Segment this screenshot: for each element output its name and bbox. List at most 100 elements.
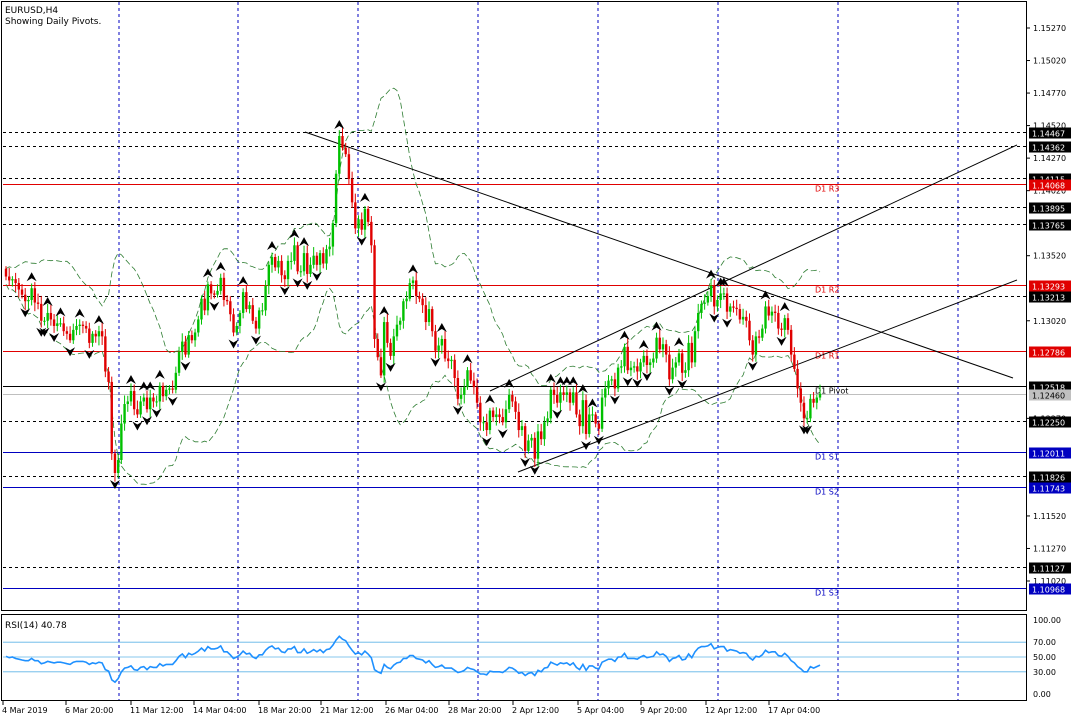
candle-body (331, 223, 335, 247)
candle-body (757, 336, 761, 338)
level-price-text: 1.14467 (1032, 130, 1065, 139)
level-price-text: 1.10968 (1032, 586, 1065, 595)
level-price-text: 1.14362 (1032, 144, 1065, 153)
candle-body (190, 335, 194, 341)
candle-body (81, 324, 85, 326)
candle-body (434, 331, 437, 351)
candle-body (65, 331, 69, 334)
rsi-tick-label: 0.00 (1033, 690, 1051, 699)
candle-body (33, 288, 37, 303)
level-name-label: D1 S1 (815, 453, 839, 462)
candle-body (129, 391, 133, 402)
candle-body (322, 253, 325, 264)
candle-body (507, 394, 511, 410)
candle-body (594, 414, 597, 424)
candle-body (78, 324, 81, 326)
candle-body (572, 392, 575, 403)
candle-body (88, 328, 91, 343)
candle-body (805, 418, 809, 420)
candle-body (360, 219, 363, 230)
candle-body (616, 367, 620, 389)
candle-body (20, 289, 24, 295)
level-price-text: 1.12250 (1032, 419, 1065, 428)
candle-body (613, 379, 617, 389)
candle-body (517, 411, 520, 431)
candle-body (799, 388, 802, 403)
time-tick-label: 26 Mar 04:00 (385, 706, 438, 715)
candle-body (536, 431, 540, 459)
candle-body (709, 285, 713, 297)
candle-body (235, 325, 238, 333)
candle-body (703, 302, 706, 304)
price-tick-label: 1.11270 (1033, 544, 1066, 553)
level-price-text: 1.13213 (1032, 294, 1065, 303)
time-tick-label: 11 Mar 12:00 (130, 706, 183, 715)
candle-body (793, 354, 796, 369)
pivot-subtitle: Showing Daily Pivots. (5, 17, 101, 27)
candle-body (491, 410, 495, 418)
candle-body (687, 342, 690, 371)
candle-body (745, 316, 748, 321)
candle-body (398, 320, 402, 325)
candle-body (171, 388, 174, 390)
candle-body (456, 378, 460, 399)
candle-body (539, 431, 543, 440)
candle-body (30, 288, 33, 300)
candle-body (354, 202, 357, 229)
candle-body (658, 337, 661, 350)
candle-body (773, 311, 777, 313)
candle-body (546, 418, 549, 423)
level-price-text: 1.13765 (1032, 222, 1065, 231)
candle-body (325, 249, 328, 264)
candle-body (697, 312, 700, 332)
time-tick-label: 18 Mar 20:00 (258, 706, 311, 715)
candle-body (427, 309, 431, 323)
price-tick-label: 1.14770 (1033, 89, 1066, 98)
candle-body (652, 358, 655, 363)
time-tick-label: 9 Apr 20:00 (640, 706, 687, 715)
candle-body (421, 298, 424, 306)
candle-body (475, 387, 479, 403)
candle-body (527, 440, 530, 451)
candle-body (238, 312, 242, 326)
candle-body (466, 370, 469, 388)
candle-body (270, 257, 274, 265)
candle-body (543, 422, 546, 440)
candle-body (344, 147, 347, 155)
candle-body (120, 423, 123, 460)
level-price-text: 1.14068 (1032, 182, 1065, 191)
candle-body (257, 310, 261, 329)
candle-body (36, 302, 40, 304)
time-tick-label: 5 Apr 04:00 (577, 706, 624, 715)
rsi-label: RSI(14) 40.78 (5, 621, 67, 631)
candle-body (764, 306, 767, 329)
candle-body (523, 426, 527, 451)
level-price-text: 1.11743 (1032, 485, 1065, 494)
candle-body (495, 414, 498, 418)
candle-body (588, 414, 591, 434)
candle-body (796, 368, 799, 389)
candle-body (671, 367, 674, 380)
candle-body (713, 285, 716, 307)
candle-body (283, 275, 287, 280)
candle-body (197, 319, 200, 333)
candle-body (501, 417, 504, 423)
level-price-text: 1.12786 (1032, 349, 1065, 358)
time-tick-label: 21 Mar 12:00 (320, 706, 373, 715)
candle-body (690, 342, 694, 363)
candle-body (591, 414, 594, 416)
candle-body (94, 333, 97, 337)
candle-body (629, 367, 633, 371)
candle-body (636, 366, 639, 372)
candle-body (350, 178, 354, 203)
candle-body (107, 371, 110, 382)
candle-body (767, 306, 770, 316)
candle-body (334, 173, 338, 224)
candle-body (469, 370, 472, 381)
candle-body (418, 296, 421, 299)
candle-body (729, 306, 732, 312)
trading-chart[interactable]: D1 R3D1 R2D1 R1D1 PivotD1 S1D1 S2D1 S3 1… (0, 0, 1080, 720)
candle-body (126, 401, 129, 405)
candle-body (559, 392, 562, 403)
candle-body (136, 409, 139, 415)
